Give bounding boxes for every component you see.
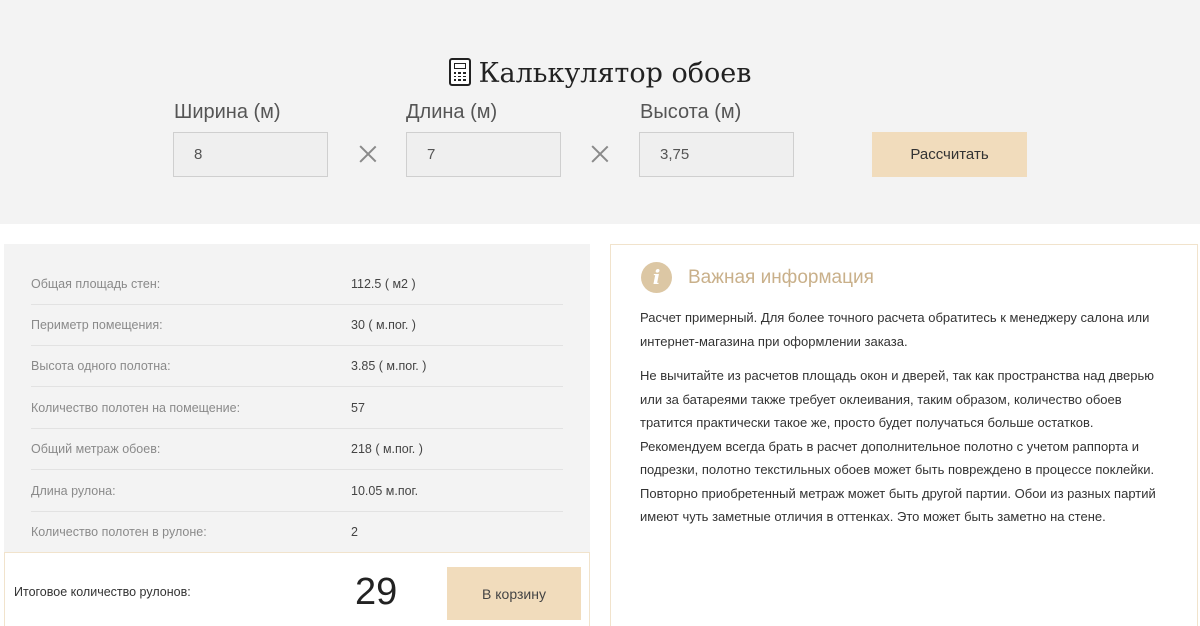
- result-label: Общая площадь стен:: [31, 277, 161, 291]
- add-to-cart-button[interactable]: В корзину: [447, 567, 581, 620]
- result-label: Общий метраж обоев:: [31, 442, 161, 456]
- info-paragraph: Расчет примерный. Для более точного расч…: [640, 310, 1150, 349]
- height-label: Высота (м): [640, 101, 742, 123]
- result-value: 2: [351, 525, 358, 539]
- result-value: 30 ( м.пог. ): [351, 318, 416, 332]
- result-row: Длина рулона: 10.05 м.пог.: [31, 471, 563, 512]
- result-value: 3.85 ( м.пог. ): [351, 359, 427, 373]
- width-input[interactable]: 8: [173, 132, 328, 177]
- total-rolls-label: Итоговое количество рулонов:: [14, 585, 191, 599]
- info-paragraph: Не вычитайте из расчетов площадь окон и …: [640, 368, 1156, 524]
- result-value: 10.05 м.пог.: [351, 484, 419, 498]
- calculate-button[interactable]: Рассчитать: [872, 132, 1027, 177]
- result-row: Количество полотен в рулоне: 2: [31, 512, 563, 553]
- result-row: Общая площадь стен: 112.5 ( м2 ): [31, 264, 563, 305]
- result-value: 57: [351, 401, 365, 415]
- page-title-text: Калькулятор обоев: [478, 58, 752, 89]
- info-title: Важная информация: [688, 267, 874, 288]
- page-title: Калькулятор обоев: [0, 58, 1200, 89]
- result-row: Общий метраж обоев: 218 ( м.пог. ): [31, 429, 563, 470]
- length-input[interactable]: 7: [406, 132, 561, 177]
- total-rolls-value: 29: [355, 571, 398, 613]
- multiply-icon: [356, 142, 380, 166]
- result-row: Периметр помещения: 30 ( м.пог. ): [31, 305, 563, 346]
- length-label: Длина (м): [406, 101, 498, 123]
- result-label: Количество полотен на помещение:: [31, 401, 241, 415]
- result-label: Периметр помещения:: [31, 318, 163, 332]
- calculator-panel: Калькулятор обоев Ширина (м) 8 Длина (м)…: [0, 0, 1200, 224]
- multiply-icon: [588, 142, 612, 166]
- result-row: Количество полотен на помещение: 57: [31, 388, 563, 429]
- result-value: 112.5 ( м2 ): [351, 277, 416, 291]
- result-label: Количество полотен в рулоне:: [31, 525, 207, 539]
- result-label: Высота одного полотна:: [31, 359, 171, 373]
- calculator-icon: [448, 58, 471, 86]
- total-rolls-box: Итоговое количество рулонов: 29 В корзин…: [4, 552, 590, 626]
- info-icon: i: [641, 262, 672, 293]
- width-label: Ширина (м): [174, 101, 281, 123]
- result-value: 218 ( м.пог. ): [351, 442, 423, 456]
- result-label: Длина рулона:: [31, 484, 116, 498]
- height-input[interactable]: 3,75: [639, 132, 794, 177]
- info-panel: i Важная информация Расчет примерный. Дл…: [610, 244, 1198, 626]
- result-row: Высота одного полотна: 3.85 ( м.пог. ): [31, 346, 563, 387]
